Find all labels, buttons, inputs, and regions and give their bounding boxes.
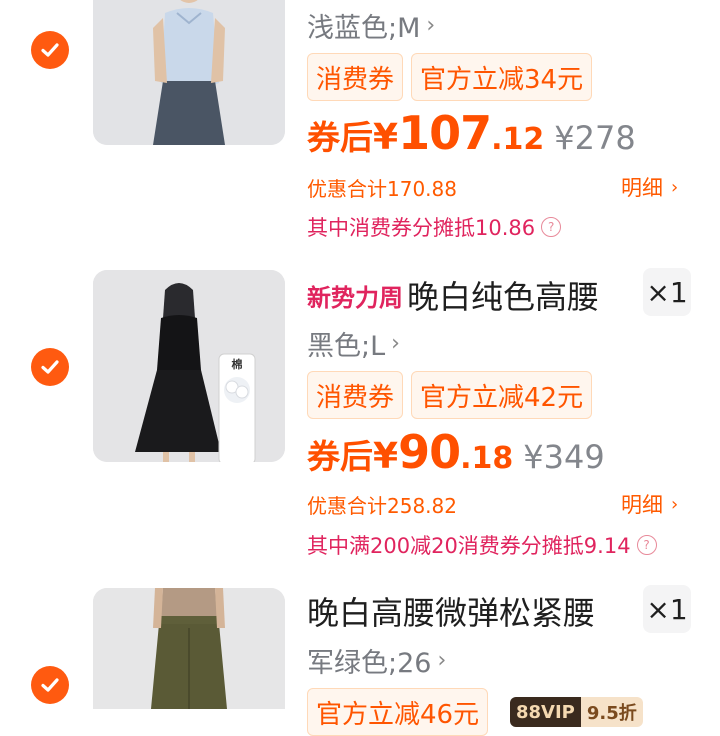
currency-symbol: ¥: [373, 117, 399, 158]
variant-label: 黑色;L: [307, 331, 386, 362]
original-price: ¥278: [554, 119, 636, 157]
vip-discount-badge: 88VIP 9.5折: [510, 697, 643, 727]
price-integer: 90: [398, 425, 461, 479]
chevron-right-icon: ›: [671, 176, 679, 198]
detail-label: 明细: [621, 176, 663, 200]
product-title-row[interactable]: 晚白高腰微弹松紧腰: [307, 588, 595, 634]
checkmark-icon: [41, 360, 59, 374]
original-price: ¥349: [523, 438, 605, 476]
price-label: 券后: [307, 437, 373, 476]
vip-discount: 9.5折: [580, 697, 643, 727]
product-image: [93, 588, 285, 709]
promo-tags: 消费券 官方立减34元: [307, 53, 593, 101]
discount-tag: 官方立减42元: [411, 371, 593, 419]
product-thumbnail[interactable]: [93, 0, 285, 145]
quantity-badge[interactable]: ×1: [643, 585, 691, 633]
product-thumbnail[interactable]: 棉: [93, 270, 285, 462]
coupon-share-text: 其中满200减20消费券分摊抵9.14: [307, 534, 631, 558]
select-checkbox[interactable]: [31, 348, 69, 386]
sku-selector[interactable]: 黑色;L ›: [307, 324, 400, 363]
select-checkbox[interactable]: [31, 666, 69, 704]
chevron-right-icon: ›: [426, 13, 436, 38]
checkmark-icon: [41, 43, 59, 57]
coupon-share-note: 其中消费券分摊抵10.86 ?: [307, 212, 562, 242]
discount-total: 优惠合计258.82: [307, 494, 457, 518]
price-row: 券后 ¥ 90 .18 ¥349: [307, 425, 605, 479]
promo-tags: 官方立减46元: [307, 688, 489, 736]
promo-tags: 消费券 官方立减42元: [307, 371, 593, 419]
sku-selector[interactable]: 浅蓝色;M ›: [307, 6, 435, 45]
price-decimal: .12: [491, 122, 545, 157]
help-icon[interactable]: ?: [636, 535, 657, 555]
discount-tag: 官方立减46元: [307, 688, 489, 736]
coupon-share-note: 其中满200减20消费券分摊抵9.14 ?: [307, 530, 657, 560]
detail-link[interactable]: 明细 ›: [621, 489, 678, 519]
chevron-right-icon: ›: [437, 648, 447, 673]
select-checkbox[interactable]: [31, 31, 69, 69]
detail-link[interactable]: 明细 ›: [621, 172, 678, 202]
coupon-tag: 消费券: [307, 371, 404, 419]
variant-label: 军绿色;26: [307, 648, 432, 679]
product-thumbnail[interactable]: [93, 588, 285, 709]
product-title-row[interactable]: 新势力周 晚白纯色高腰: [307, 272, 599, 318]
price-row: 券后 ¥ 107 .12 ¥278: [307, 106, 636, 160]
vip-label: 88VIP: [510, 697, 581, 727]
price-label: 券后: [307, 118, 373, 157]
chevron-right-icon: ›: [391, 331, 400, 356]
detail-label: 明细: [621, 493, 663, 517]
quantity-badge[interactable]: ×1: [643, 268, 691, 316]
coupon-share-text: 其中消费券分摊抵10.86: [307, 216, 536, 240]
price-decimal: .18: [460, 441, 514, 476]
discount-total: 优惠合计170.88: [307, 177, 457, 201]
material-badge: 棉: [231, 358, 243, 371]
sku-selector[interactable]: 军绿色;26 ›: [307, 641, 446, 680]
product-title: 晚白纯色高腰: [407, 278, 600, 316]
price-integer: 107: [398, 106, 492, 160]
variant-label: 浅蓝色;M: [307, 13, 421, 44]
product-image: [93, 0, 285, 145]
coupon-tag: 消费券: [307, 53, 404, 101]
help-icon[interactable]: ?: [541, 217, 562, 237]
product-image: [93, 270, 285, 462]
promo-title-tag: 新势力周: [307, 283, 403, 312]
discount-tag: 官方立减34元: [411, 53, 593, 101]
chevron-right-icon: ›: [671, 493, 679, 515]
checkmark-icon: [41, 678, 59, 692]
currency-symbol: ¥: [373, 436, 399, 477]
product-title: 晚白高腰微弹松紧腰: [307, 594, 596, 632]
